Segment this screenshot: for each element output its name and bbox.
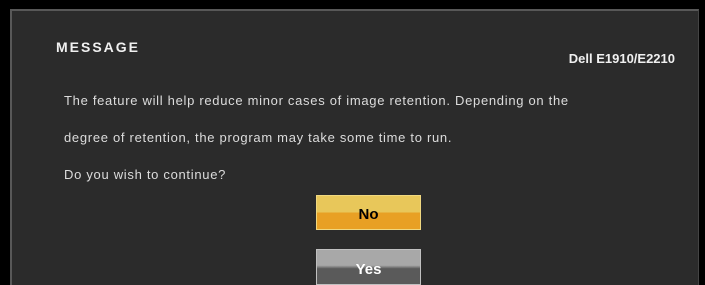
message-line: degree of retention, the program may tak… (64, 130, 453, 145)
no-button[interactable]: No (316, 195, 421, 230)
dialog-title: MESSAGE (56, 39, 141, 55)
no-button-label: No (358, 206, 379, 223)
yes-button-label: Yes (355, 261, 382, 278)
message-question: Do you wish to continue? (64, 167, 227, 182)
message-dialog: MESSAGE Dell E1910/E2210 The feature wil… (10, 9, 699, 285)
monitor-model: Dell E1910/E2210 (568, 51, 675, 66)
message-line: The feature will help reduce minor cases… (64, 93, 569, 108)
yes-button[interactable]: Yes (316, 249, 421, 285)
osd-screen: MESSAGE Dell E1910/E2210 The feature wil… (0, 0, 705, 285)
